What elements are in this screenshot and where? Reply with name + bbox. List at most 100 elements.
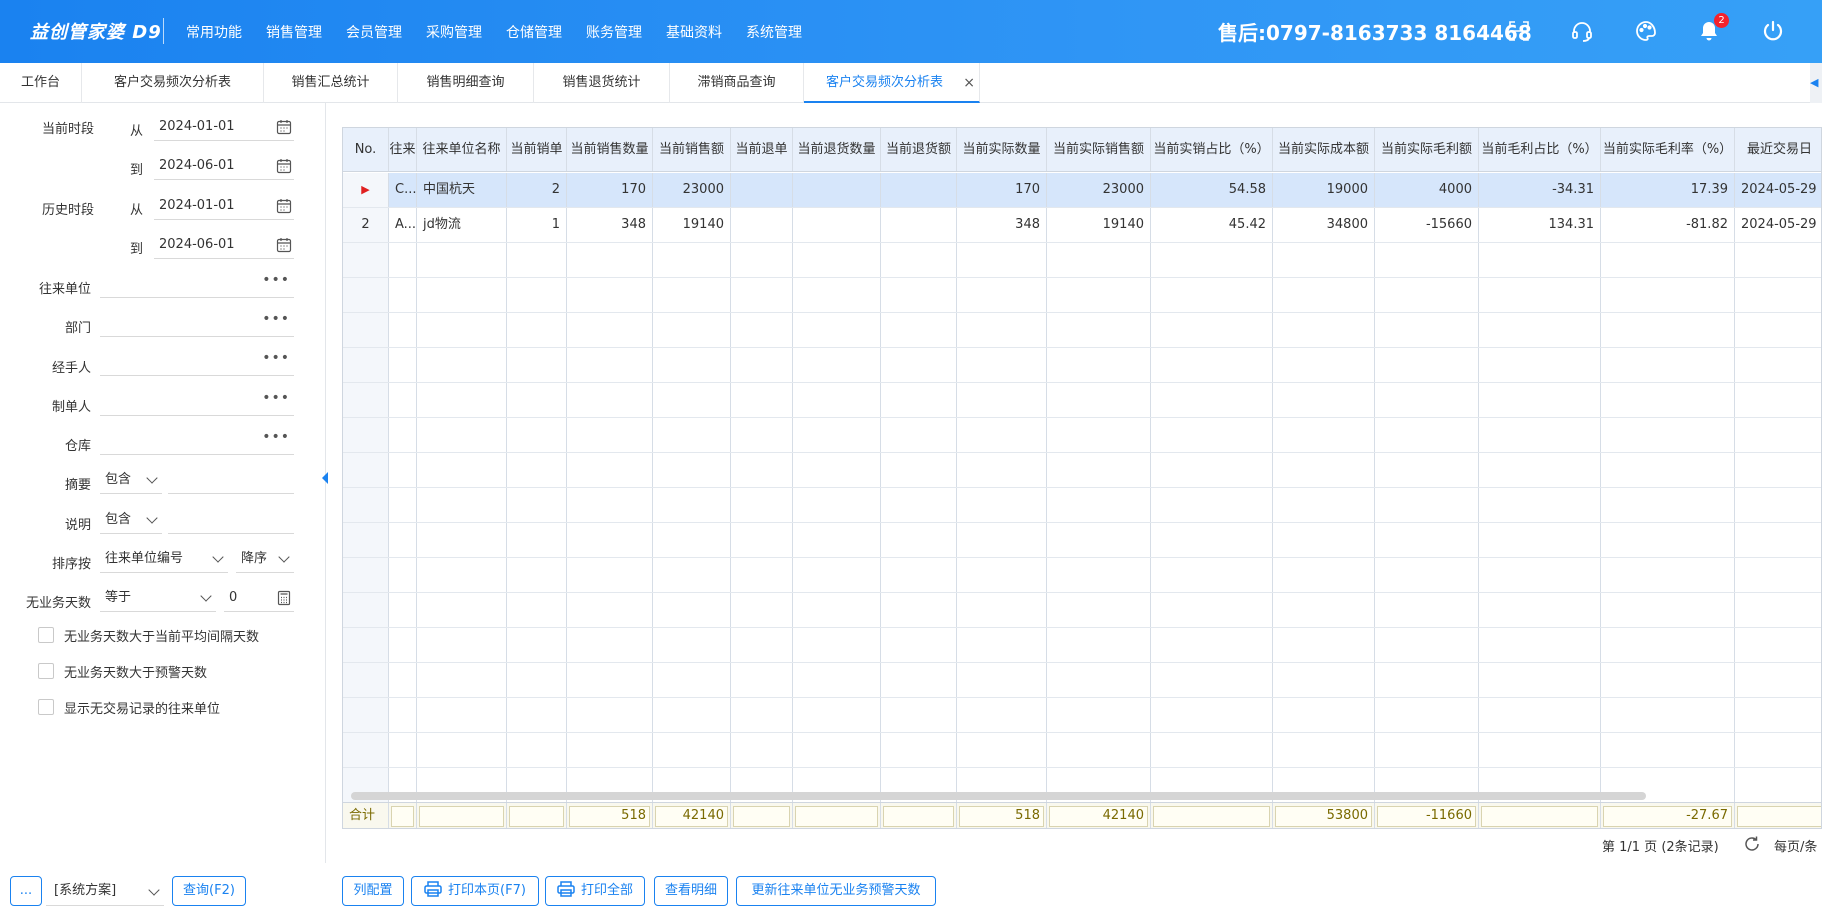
per-page-label[interactable]: 每页/条 [1774, 836, 1817, 855]
more-icon[interactable]: ••• [262, 423, 290, 451]
column-header[interactable]: 当前实际数量 [957, 128, 1047, 171]
refresh-icon[interactable] [1743, 835, 1761, 857]
tab-sales-return[interactable]: 销售退货统计 [534, 63, 670, 103]
column-header[interactable]: 当前实销占比（%） [1151, 128, 1273, 171]
warehouse-field[interactable]: ••• [100, 427, 294, 455]
close-icon[interactable]: × [963, 63, 975, 103]
calendar-icon[interactable] [276, 119, 292, 135]
table-row[interactable] [343, 698, 1821, 733]
idle-days-op-select[interactable]: 等于 [100, 584, 216, 612]
table-row[interactable] [343, 593, 1821, 628]
tab-sales-detail[interactable]: 销售明细查询 [398, 63, 534, 103]
print-page-button[interactable]: 打印本页(F7) [411, 876, 539, 906]
column-header[interactable]: 往来单位名称 [417, 128, 507, 171]
partner-field[interactable]: ••• [100, 270, 294, 298]
nav-basic-data[interactable]: 基础资料 [666, 22, 722, 42]
table-row[interactable] [343, 558, 1821, 593]
handler-field[interactable]: ••• [100, 348, 294, 376]
checkbox[interactable] [38, 627, 54, 643]
table-row[interactable] [343, 453, 1821, 488]
column-header[interactable]: 当前实际销售额 [1047, 128, 1151, 171]
remark-mode-select[interactable]: 包含 [100, 506, 162, 534]
table-row[interactable] [343, 348, 1821, 383]
column-config-button[interactable]: 列配置 [342, 876, 404, 906]
checkbox[interactable] [38, 663, 54, 679]
table-row[interactable] [343, 523, 1821, 558]
sort-order-select[interactable]: 降序 [236, 545, 294, 573]
table-row[interactable]: ▶ C... 中国杭天 2 170 23000 170 23000 54.58 19000 4000… [343, 173, 1821, 208]
summary-mode-select[interactable]: 包含 [100, 466, 162, 494]
tabs-scroll-left-icon[interactable]: ◀ [1810, 63, 1822, 103]
column-header[interactable]: 当前毛利占比（%） [1479, 128, 1601, 171]
scan-icon[interactable] [1507, 19, 1531, 43]
column-header[interactable]: 当前销单 [507, 128, 567, 171]
column-header[interactable]: 当前实际毛利率（%） [1601, 128, 1735, 171]
sort-field-select[interactable]: 往来单位编号 [100, 545, 228, 573]
calculator-icon[interactable] [276, 590, 292, 606]
table-row[interactable] [343, 278, 1821, 313]
table-row[interactable] [343, 313, 1821, 348]
chk-idle-gt-avg[interactable]: 无业务天数大于当前平均间隔天数 [38, 625, 259, 645]
column-header[interactable]: 当前销售数量 [567, 128, 653, 171]
history-from-date[interactable]: 2024-01-01 [154, 192, 294, 220]
table-row[interactable] [343, 383, 1821, 418]
table-row[interactable] [343, 628, 1821, 663]
department-field[interactable]: ••• [100, 309, 294, 337]
column-header[interactable]: 当前实际毛利额 [1375, 128, 1479, 171]
scheme-select[interactable]: [系统方案] [46, 876, 164, 906]
column-header[interactable]: 最近交易日 [1735, 128, 1821, 171]
table-row[interactable] [343, 418, 1821, 453]
column-header[interactable]: 当前退单 [731, 128, 793, 171]
calendar-icon[interactable] [276, 198, 292, 214]
horizontal-scrollbar[interactable] [351, 792, 1646, 800]
nav-system[interactable]: 系统管理 [746, 22, 802, 42]
column-header[interactable]: 当前实际成本额 [1273, 128, 1375, 171]
power-icon[interactable] [1761, 19, 1785, 43]
calendar-icon[interactable] [276, 158, 292, 174]
history-to-date[interactable]: 2024-06-01 [154, 231, 294, 259]
chk-show-no-trade[interactable]: 显示无交易记录的往来单位 [38, 697, 220, 717]
print-all-button[interactable]: 打印全部 [545, 876, 645, 906]
query-button[interactable]: 查询(F2) [172, 876, 246, 906]
creator-field[interactable]: ••• [100, 388, 294, 416]
checkbox[interactable] [38, 699, 54, 715]
table-row[interactable] [343, 663, 1821, 698]
column-header[interactable]: 当前退货数量 [793, 128, 881, 171]
tab-slow-goods[interactable]: 滞销商品查询 [670, 63, 804, 103]
current-from-date[interactable]: 2024-01-01 [154, 113, 294, 141]
remark-input[interactable] [168, 506, 294, 534]
update-warning-days-button[interactable]: 更新往来单位无业务预警天数 [736, 876, 936, 906]
more-options-button[interactable]: ... [10, 876, 42, 906]
tab-sales-summary[interactable]: 销售汇总统计 [264, 63, 398, 103]
more-icon[interactable]: ••• [262, 344, 290, 372]
column-header[interactable]: 当前销售额 [653, 128, 731, 171]
tab-workbench[interactable]: 工作台 [0, 63, 82, 103]
more-icon[interactable]: ••• [262, 384, 290, 412]
chk-idle-gt-warning[interactable]: 无业务天数大于预警天数 [38, 661, 207, 681]
current-to-date[interactable]: 2024-06-01 [154, 152, 294, 180]
bell-icon[interactable]: 2 [1697, 13, 1729, 43]
table-row[interactable] [343, 243, 1821, 278]
idle-days-input[interactable]: 0 [224, 584, 294, 612]
summary-input[interactable] [168, 466, 294, 494]
nav-sales[interactable]: 销售管理 [266, 22, 322, 42]
collapse-left-icon[interactable] [322, 472, 328, 484]
calendar-icon[interactable] [276, 237, 292, 253]
nav-accounts[interactable]: 账务管理 [586, 22, 642, 42]
headset-icon[interactable] [1570, 19, 1594, 43]
table-row[interactable]: 2 A... jd物流 1 348 19140 348 19140 45.42 34800 -156… [343, 208, 1821, 243]
tab-customer-frequency-active[interactable]: 客户交易频次分析表 × [804, 63, 980, 103]
more-icon[interactable]: ••• [262, 266, 290, 294]
tab-customer-frequency[interactable]: 客户交易频次分析表 [82, 63, 264, 103]
palette-icon[interactable] [1634, 19, 1658, 43]
nav-purchase[interactable]: 采购管理 [426, 22, 482, 42]
column-header[interactable]: 往来 [389, 128, 417, 171]
nav-common[interactable]: 常用功能 [186, 22, 242, 42]
table-row[interactable] [343, 733, 1821, 768]
column-header[interactable]: 当前退货额 [881, 128, 957, 171]
nav-members[interactable]: 会员管理 [346, 22, 402, 42]
more-icon[interactable]: ••• [262, 305, 290, 333]
table-row[interactable] [343, 488, 1821, 523]
nav-warehouse[interactable]: 仓储管理 [506, 22, 562, 42]
view-detail-button[interactable]: 查看明细 [654, 876, 728, 906]
